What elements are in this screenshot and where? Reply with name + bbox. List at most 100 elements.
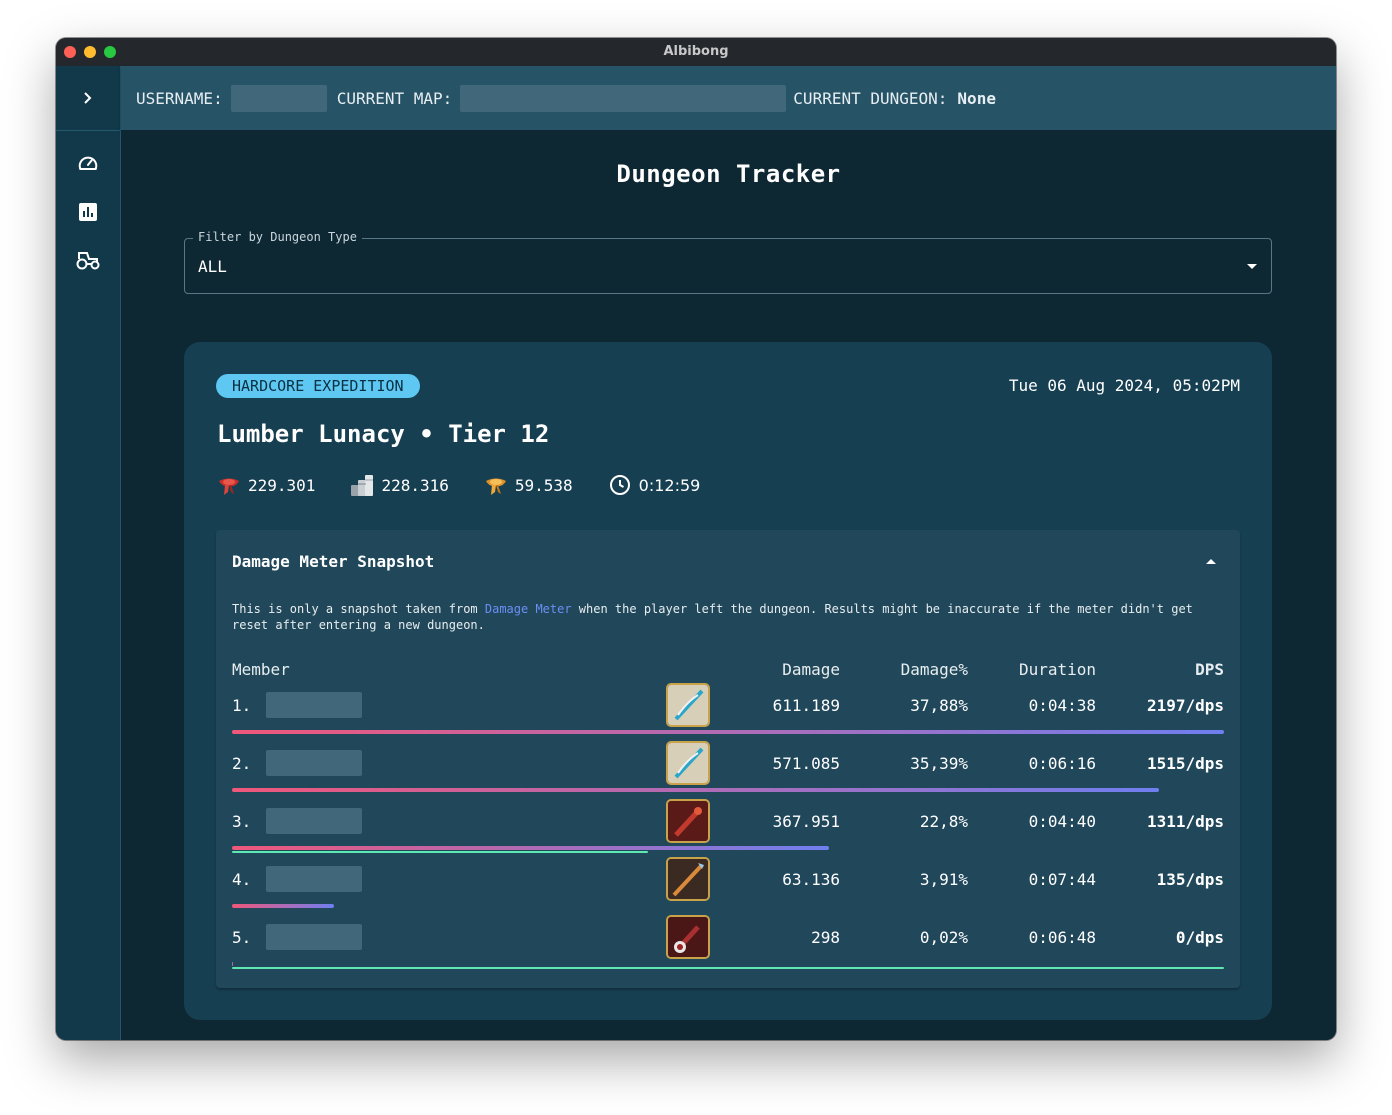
title-bar: Albibong xyxy=(56,38,1336,66)
member-damage: 367.951 xyxy=(772,812,840,831)
silver-value: 228.316 xyxy=(381,475,449,495)
member-rank: 2. xyxy=(232,754,252,773)
damage-bar xyxy=(232,962,233,966)
respec-icon xyxy=(485,478,506,495)
damage-bar xyxy=(232,846,829,850)
sidebar-item-statistics[interactable] xyxy=(56,188,120,236)
fame-stat: 229.301 xyxy=(216,472,315,498)
fame-value: 229.301 xyxy=(248,475,316,495)
heal-bar xyxy=(232,851,648,853)
member-dps: 0/dps xyxy=(1175,928,1224,947)
damage-bar xyxy=(232,788,1159,792)
note-text-before: This is only a snapshot taken from xyxy=(232,602,485,616)
duration-value: 0:12:59 xyxy=(638,475,701,495)
chevron-right-icon xyxy=(84,92,92,104)
staff-weapon-icon[interactable] xyxy=(666,799,710,843)
member-damage: 611.189 xyxy=(772,696,840,715)
damage-meter-link[interactable]: Damage Meter xyxy=(485,602,572,616)
app-window: Albibong USERNAME: CURRENT MAP: CURRENT … xyxy=(56,38,1336,1040)
member-damage-percent: 37,88% xyxy=(910,696,968,715)
dungeon-stats: 229.301 228.316 59.538 0:12:59 xyxy=(216,472,734,498)
member-damage: 298 xyxy=(811,928,840,947)
sidebar xyxy=(56,66,121,1040)
member-rank: 5. xyxy=(232,928,252,947)
member-duration: 0:04:38 xyxy=(1028,696,1096,715)
damage-table-header: Member Damage Damage% Duration DPS xyxy=(232,660,1224,680)
damage-bar xyxy=(232,904,334,908)
dropdown-caret-icon xyxy=(1247,264,1257,269)
username-value-redacted xyxy=(230,84,327,112)
duration-stat: 0:12:59 xyxy=(607,472,701,498)
respec-value: 59.538 xyxy=(514,475,573,495)
dungeon-type-badge: HARDCORE EXPEDITION xyxy=(216,374,420,398)
table-row: 4. 63.136 3,91% 0:07:44 135/dps xyxy=(232,857,1224,920)
table-row: 1. 611.189 37,88% 0:04:38 2197/dps xyxy=(232,683,1224,746)
member-damage-percent: 3,91% xyxy=(919,870,968,889)
page-title: Dungeon Tracker xyxy=(616,160,841,188)
close-window-button[interactable] xyxy=(64,46,76,58)
fame-icon xyxy=(219,478,239,495)
window-controls xyxy=(64,46,116,58)
member-name-redacted xyxy=(266,808,362,834)
clock-icon xyxy=(609,475,630,495)
silver-stat: 228.316 xyxy=(349,472,449,498)
collapse-caret-icon[interactable] xyxy=(1206,559,1216,564)
respec-stat: 59.538 xyxy=(483,472,573,498)
member-damage-percent: 22,8% xyxy=(919,812,968,831)
sidebar-expand-button[interactable] xyxy=(56,66,120,131)
heal-bar xyxy=(232,967,1224,969)
dungeon-card: HARDCORE EXPEDITION Tue 06 Aug 2024, 05:… xyxy=(184,342,1272,1020)
table-row: 5. 298 0,02% 0:06:48 0/dps xyxy=(232,915,1224,978)
window-title: Albibong xyxy=(663,44,729,59)
member-duration: 0:06:16 xyxy=(1028,754,1096,773)
filter-selected-value: ALL xyxy=(198,257,227,276)
member-name-redacted xyxy=(266,692,362,718)
spear-weapon-icon[interactable] xyxy=(666,857,710,901)
current-map-label: CURRENT MAP: xyxy=(336,88,453,108)
dungeon-date: Tue 06 Aug 2024, 05:02PM xyxy=(1008,376,1240,395)
username-label: USERNAME: xyxy=(136,88,223,108)
member-damage: 63.136 xyxy=(782,870,840,889)
minimize-window-button[interactable] xyxy=(84,46,96,58)
damage-meter-accordion: Damage Meter Snapshot This is only a sna… xyxy=(216,530,1240,988)
member-name-redacted xyxy=(266,924,362,950)
sidebar-item-dungeon-tracker[interactable] xyxy=(56,236,120,284)
snapshot-note: This is only a snapshot taken from Damag… xyxy=(232,601,1222,633)
main-content: Dungeon Tracker Filter by Dungeon Type A… xyxy=(121,130,1336,1040)
dungeon-title: Lumber Lunacy • Tier 12 xyxy=(217,420,550,448)
member-damage-percent: 35,39% xyxy=(910,754,968,773)
bow-weapon-icon[interactable] xyxy=(666,683,710,727)
dungeon-type-filter-select[interactable]: Filter by Dungeon Type ALL xyxy=(184,230,1272,294)
member-dps: 1311/dps xyxy=(1146,812,1224,831)
current-dungeon-label: CURRENT DUNGEON: xyxy=(793,88,948,108)
mace-weapon-icon[interactable] xyxy=(666,915,710,959)
damage-bar xyxy=(232,730,1224,734)
zoom-window-button[interactable] xyxy=(104,46,116,58)
column-damage: Damage xyxy=(782,660,840,679)
column-dps: DPS xyxy=(1195,660,1224,679)
member-damage-percent: 0,02% xyxy=(919,928,968,947)
tractor-icon xyxy=(76,252,100,270)
member-duration: 0:07:44 xyxy=(1028,870,1096,889)
column-damage-percent: Damage% xyxy=(900,660,968,679)
current-map-value-redacted xyxy=(460,84,787,112)
member-name-redacted xyxy=(266,866,362,892)
member-dps: 2197/dps xyxy=(1146,696,1224,715)
member-duration: 0:04:40 xyxy=(1028,812,1096,831)
table-row: 3. 367.951 22,8% 0:04:40 1311/dps xyxy=(232,799,1224,862)
member-duration: 0:06:48 xyxy=(1028,928,1096,947)
damage-meter-heading[interactable]: Damage Meter Snapshot xyxy=(232,552,434,571)
table-row: 2. 571.085 35,39% 0:06:16 1515/dps xyxy=(232,741,1224,804)
column-duration: Duration xyxy=(1018,660,1096,679)
speedometer-icon xyxy=(78,156,98,171)
filter-label: Filter by Dungeon Type xyxy=(193,230,362,244)
silver-icon xyxy=(351,475,374,496)
bar-chart-icon xyxy=(79,203,97,221)
sidebar-item-damage-meter[interactable] xyxy=(56,140,120,188)
member-dps: 1515/dps xyxy=(1146,754,1224,773)
member-rank: 1. xyxy=(232,696,252,715)
bow-weapon-icon[interactable] xyxy=(666,741,710,785)
member-dps: 135/dps xyxy=(1156,870,1224,889)
column-member: Member xyxy=(232,660,290,679)
status-bar: USERNAME: CURRENT MAP: CURRENT DUNGEON: … xyxy=(121,66,1336,130)
